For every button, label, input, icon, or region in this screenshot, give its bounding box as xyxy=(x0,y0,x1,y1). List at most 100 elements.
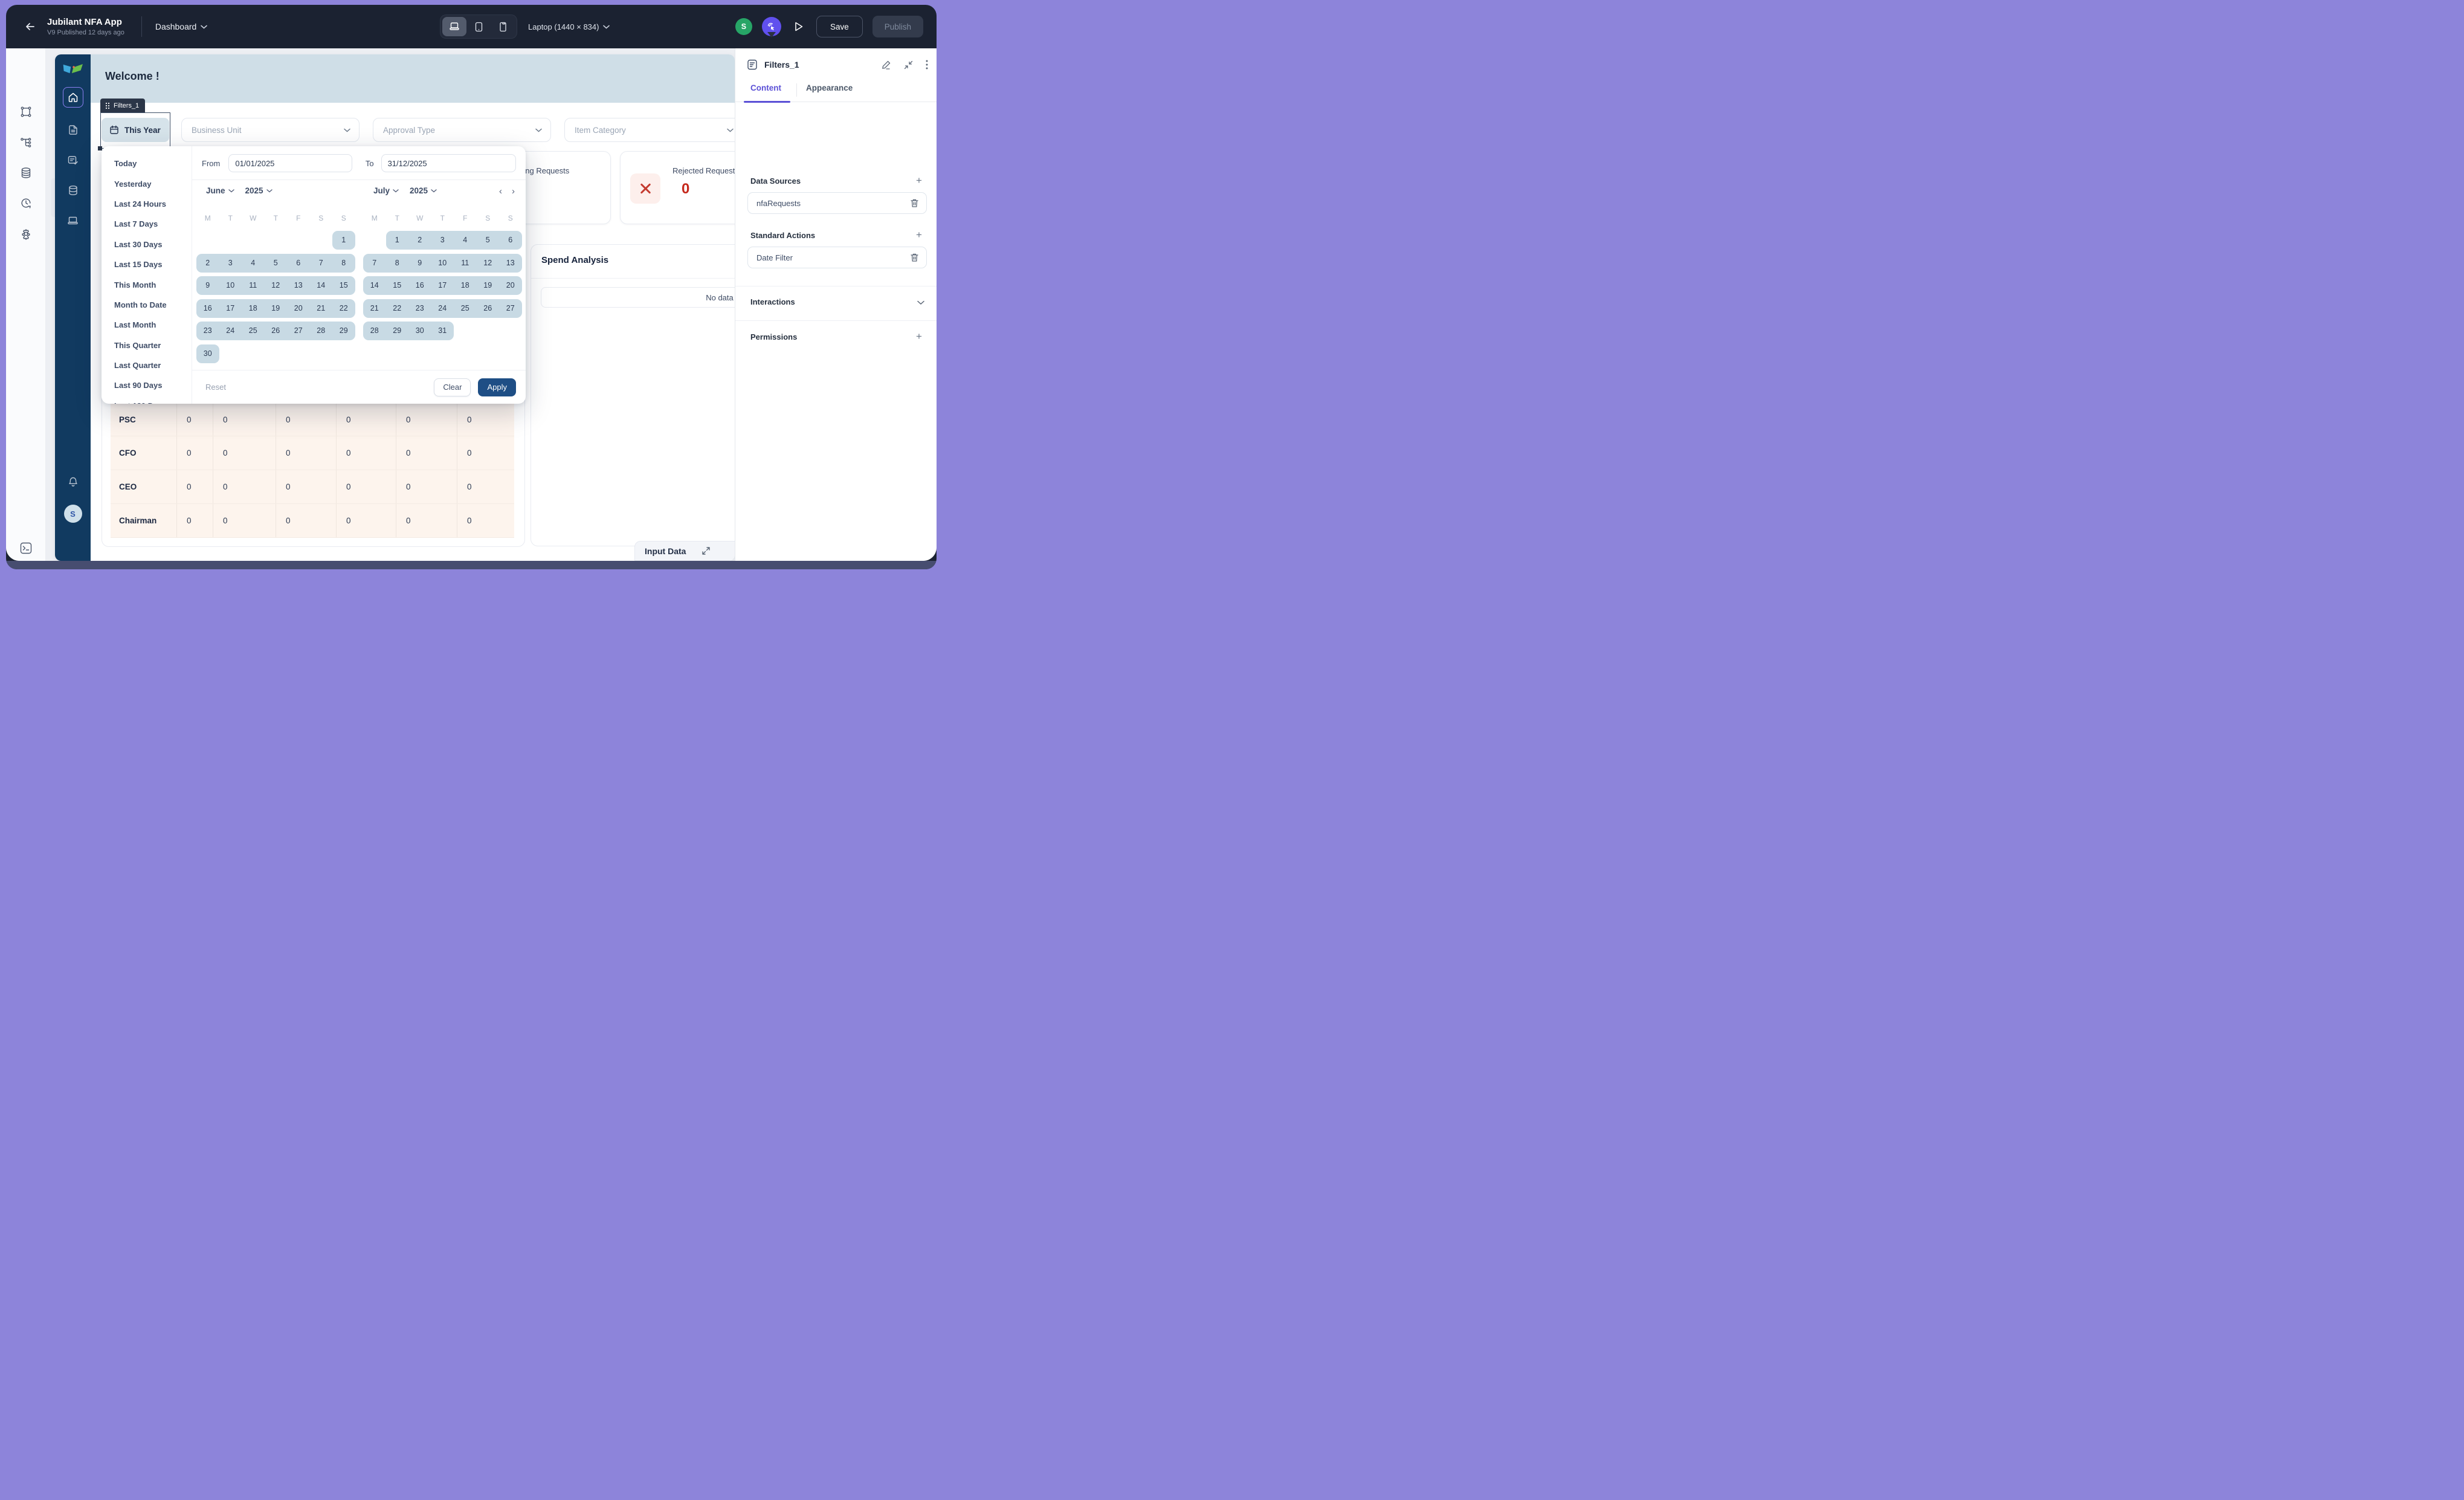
settings-tool-button[interactable] xyxy=(16,224,36,244)
calendar-day[interactable]: 6 xyxy=(499,231,522,250)
interact-mode-button[interactable] xyxy=(762,17,781,36)
date-preset-option[interactable]: Last 15 Days xyxy=(102,254,192,274)
calendar-day[interactable]: 7 xyxy=(310,254,333,273)
device-size-dropdown[interactable]: Laptop (1440 × 834) xyxy=(528,22,610,31)
calendar-day[interactable]: 22 xyxy=(386,299,409,318)
calendar-day[interactable]: 24 xyxy=(219,322,242,340)
date-filter-button[interactable]: This Year xyxy=(102,118,169,142)
date-preset-option[interactable]: Yesterday xyxy=(102,173,192,193)
item-category-dropdown[interactable]: Item Category xyxy=(564,118,735,142)
calendar-day[interactable]: 28 xyxy=(363,322,386,340)
user-avatar[interactable]: S xyxy=(735,18,752,35)
year-select[interactable]: 2025 xyxy=(410,186,437,195)
calendar-day[interactable]: 25 xyxy=(242,322,265,340)
date-preset-option[interactable]: Last 30 Days xyxy=(102,234,192,254)
calendar-day[interactable]: 18 xyxy=(242,299,265,318)
selection-resize-handle[interactable] xyxy=(98,146,102,150)
calendar-day[interactable]: 2 xyxy=(408,231,431,250)
calendar-day[interactable]: 11 xyxy=(454,254,477,273)
calendar-day[interactable]: 30 xyxy=(196,344,219,363)
calendar-day[interactable]: 21 xyxy=(310,299,333,318)
calendar-day[interactable]: 4 xyxy=(454,231,477,250)
month-select[interactable]: July xyxy=(373,186,399,195)
calendar-day[interactable]: 18 xyxy=(454,276,477,295)
calendar-day[interactable]: 1 xyxy=(332,231,355,250)
edit-icon[interactable] xyxy=(881,60,891,70)
back-button[interactable] xyxy=(22,18,39,35)
calendar-day[interactable]: 15 xyxy=(332,276,355,295)
kebab-menu-icon[interactable] xyxy=(926,60,928,70)
nav-requests-item[interactable] xyxy=(63,150,83,170)
calendar-day[interactable]: 4 xyxy=(242,254,265,273)
calendar-day[interactable]: 29 xyxy=(386,322,409,340)
date-preset-option[interactable]: Last 90 Days xyxy=(102,375,192,395)
console-button[interactable] xyxy=(16,538,36,558)
calendar-day[interactable]: 10 xyxy=(431,254,454,273)
calendar-day[interactable]: 5 xyxy=(477,231,500,250)
calendar-day[interactable]: 11 xyxy=(242,276,265,295)
calendar-day[interactable]: 19 xyxy=(265,299,288,318)
calendar-day[interactable]: 16 xyxy=(196,299,219,318)
date-preset-option[interactable]: Last 24 Hours xyxy=(102,194,192,214)
approval-type-dropdown[interactable]: Approval Type xyxy=(373,118,551,142)
device-tablet-button[interactable] xyxy=(466,17,491,36)
calendar-day[interactable]: 26 xyxy=(265,322,288,340)
notifications-button[interactable] xyxy=(63,471,83,492)
calendar-day[interactable]: 3 xyxy=(431,231,454,250)
nav-documents-item[interactable] xyxy=(63,120,83,140)
calendar-day[interactable]: 17 xyxy=(431,276,454,295)
calendar-day[interactable]: 29 xyxy=(332,322,355,340)
reset-link[interactable]: Reset xyxy=(205,383,226,392)
calendar-day[interactable]: 22 xyxy=(332,299,355,318)
date-preset-option[interactable]: Last 180 Days xyxy=(102,396,192,404)
add-permission-button[interactable]: + xyxy=(914,331,924,342)
calendar-day[interactable]: 25 xyxy=(454,299,477,318)
date-preset-option[interactable]: Last Quarter xyxy=(102,355,192,375)
interactions-expand-button[interactable] xyxy=(917,297,924,308)
month-select[interactable]: June xyxy=(206,186,234,195)
calendar-day[interactable]: 19 xyxy=(477,276,500,295)
calendar-day[interactable]: 23 xyxy=(408,299,431,318)
apply-button[interactable]: Apply xyxy=(478,378,516,396)
device-mobile-button[interactable] xyxy=(491,17,515,36)
clear-button[interactable]: Clear xyxy=(434,378,471,396)
calendar-day[interactable]: 15 xyxy=(386,276,409,295)
calendar-day[interactable]: 5 xyxy=(265,254,288,273)
add-standard-action-button[interactable]: + xyxy=(914,230,924,241)
calendar-day[interactable]: 21 xyxy=(363,299,386,318)
save-button[interactable]: Save xyxy=(816,16,863,37)
calendar-day[interactable]: 24 xyxy=(431,299,454,318)
calendar-day[interactable]: 14 xyxy=(363,276,386,295)
nav-data-item[interactable] xyxy=(63,180,83,201)
page-selector[interactable]: Dashboard xyxy=(155,22,208,31)
calendar-day[interactable]: 1 xyxy=(386,231,409,250)
publish-button[interactable]: Publish xyxy=(872,16,923,37)
calendar-day[interactable]: 8 xyxy=(332,254,355,273)
year-select[interactable]: 2025 xyxy=(245,186,273,195)
history-tool-button[interactable] xyxy=(16,193,36,213)
calendar-day[interactable]: 9 xyxy=(408,254,431,273)
calendar-day[interactable]: 2 xyxy=(196,254,219,273)
to-date-input[interactable] xyxy=(381,154,516,172)
calendar-day[interactable]: 27 xyxy=(499,299,522,318)
calendar-day[interactable]: 12 xyxy=(477,254,500,273)
calendar-day[interactable]: 7 xyxy=(363,254,386,273)
from-date-input[interactable] xyxy=(228,154,352,172)
calendar-day[interactable]: 31 xyxy=(431,322,454,340)
date-preset-option[interactable]: Last Month xyxy=(102,315,192,335)
device-laptop-button[interactable] xyxy=(442,17,466,36)
calendar-day[interactable]: 10 xyxy=(219,276,242,295)
calendar-day[interactable]: 14 xyxy=(310,276,333,295)
database-tool-button[interactable] xyxy=(16,163,36,183)
next-month-button[interactable]: › xyxy=(512,186,515,196)
add-data-source-button[interactable]: + xyxy=(914,175,924,186)
trash-icon[interactable] xyxy=(910,253,919,262)
date-preset-option[interactable]: Month to Date xyxy=(102,295,192,315)
date-preset-option[interactable]: Today xyxy=(102,154,192,173)
nav-devices-item[interactable] xyxy=(63,210,83,231)
preview-play-button[interactable] xyxy=(791,19,807,34)
nav-home-item[interactable] xyxy=(63,87,83,108)
calendar-day[interactable]: 20 xyxy=(499,276,522,295)
collapse-icon[interactable] xyxy=(903,60,914,70)
calendar-day[interactable]: 17 xyxy=(219,299,242,318)
